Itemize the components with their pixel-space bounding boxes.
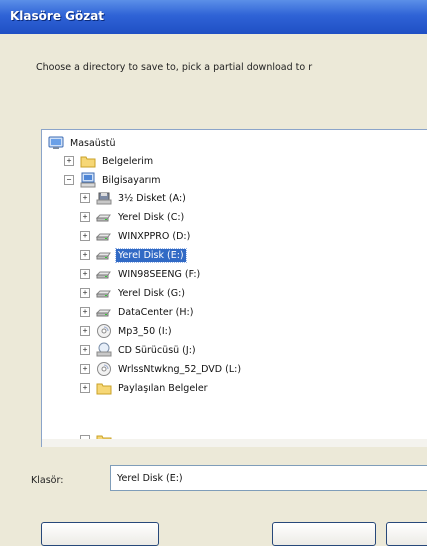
desktop-icon: [48, 135, 64, 151]
tree-item-label: DataCenter (H:): [118, 306, 194, 318]
expand-toggle[interactable]: +: [80, 250, 90, 260]
tree-item-drive-i[interactable]: + Mp3_50 (I:): [80, 321, 174, 341]
expand-toggle[interactable]: +: [80, 326, 90, 336]
expand-toggle[interactable]: +: [64, 156, 74, 166]
instruction-text: Choose a directory to save to, pick a pa…: [36, 62, 313, 73]
hard-drive-icon: [96, 304, 112, 320]
horizontal-scrollbar[interactable]: [41, 439, 427, 447]
title-bar[interactable]: Klasöre Gözat: [0, 0, 427, 34]
tree-item-label: WIN98SEENG (F:): [118, 268, 201, 280]
tree-item-label: 3½ Disket (A:): [118, 192, 186, 204]
hard-drive-icon: [96, 285, 112, 301]
tree-item-label: Masaüstü: [70, 137, 116, 149]
cancel-button[interactable]: [386, 522, 427, 546]
tree-item-label: Mp3_50 (I:): [118, 325, 172, 337]
hard-drive-icon: [96, 247, 112, 263]
tree-item-drive-j[interactable]: + CD Sürücüsü (J:): [80, 340, 198, 360]
hard-drive-icon: [96, 266, 112, 282]
collapse-toggle[interactable]: −: [64, 175, 74, 185]
tree-item-drive-h[interactable]: + DataCenter (H:): [80, 302, 195, 322]
expand-toggle[interactable]: +: [80, 288, 90, 298]
ok-button[interactable]: [272, 522, 376, 546]
expand-toggle[interactable]: +: [80, 307, 90, 317]
tree-item-shared-documents[interactable]: + Paylaşılan Belgeler: [80, 378, 210, 398]
expand-toggle[interactable]: +: [80, 345, 90, 355]
tree-item-label: Belgelerim: [102, 155, 154, 167]
expand-toggle[interactable]: +: [80, 212, 90, 222]
folder-field-label: Klasör:: [31, 475, 64, 486]
expand-toggle[interactable]: +: [80, 383, 90, 393]
window-title: Klasöre Gözat: [10, 9, 105, 23]
cd-drive-icon: [96, 323, 112, 339]
expand-toggle[interactable]: +: [80, 231, 90, 241]
tree-item-drive-l[interactable]: + WrlssNtwkng_52_DVD (L:): [80, 359, 243, 379]
tree-item-drive-d[interactable]: + WINXPPRO (D:): [80, 226, 192, 246]
hard-drive-icon: [96, 209, 112, 225]
expand-toggle[interactable]: +: [80, 364, 90, 374]
tree-item-floppy-a[interactable]: + 3½ Disket (A:): [80, 188, 188, 208]
tree-item-label: Bilgisayarım: [102, 174, 161, 186]
tree-item-label: Paylaşılan Belgeler: [118, 382, 208, 394]
new-folder-button[interactable]: [41, 522, 159, 546]
folder-tree[interactable]: Masaüstü + Belgelerim − Bilgisayarım + 3…: [41, 129, 427, 441]
computer-icon: [80, 172, 96, 188]
tree-item-drive-g[interactable]: + Yerel Disk (G:): [80, 283, 187, 303]
tree-item-label: CD Sürücüsü (J:): [118, 344, 196, 356]
folder-icon: [96, 380, 112, 396]
hard-drive-icon: [96, 228, 112, 244]
expand-toggle[interactable]: +: [80, 269, 90, 279]
tree-item-label: Yerel Disk (G:): [118, 287, 185, 299]
tree-item-drive-e[interactable]: + Yerel Disk (E:): [80, 245, 187, 265]
cd-drive-icon: [96, 342, 112, 358]
cd-drive-icon: [96, 361, 112, 377]
tree-item-my-computer[interactable]: − Bilgisayarım: [64, 170, 162, 190]
tree-item-desktop[interactable]: Masaüstü: [48, 133, 118, 153]
tree-item-label: WrlssNtwkng_52_DVD (L:): [118, 363, 242, 375]
folder-input[interactable]: [110, 465, 427, 491]
tree-item-label-selected: Yerel Disk (E:): [115, 247, 187, 263]
tree-item-label: WINXPPRO (D:): [118, 230, 191, 242]
floppy-icon: [96, 190, 112, 206]
tree-item-label: Yerel Disk (C:): [118, 211, 185, 223]
expand-toggle[interactable]: +: [80, 193, 90, 203]
tree-item-drive-c[interactable]: + Yerel Disk (C:): [80, 207, 186, 227]
tree-item-drive-f[interactable]: + WIN98SEENG (F:): [80, 264, 202, 284]
folder-icon: [80, 153, 96, 169]
tree-item-my-documents[interactable]: + Belgelerim: [64, 151, 155, 171]
